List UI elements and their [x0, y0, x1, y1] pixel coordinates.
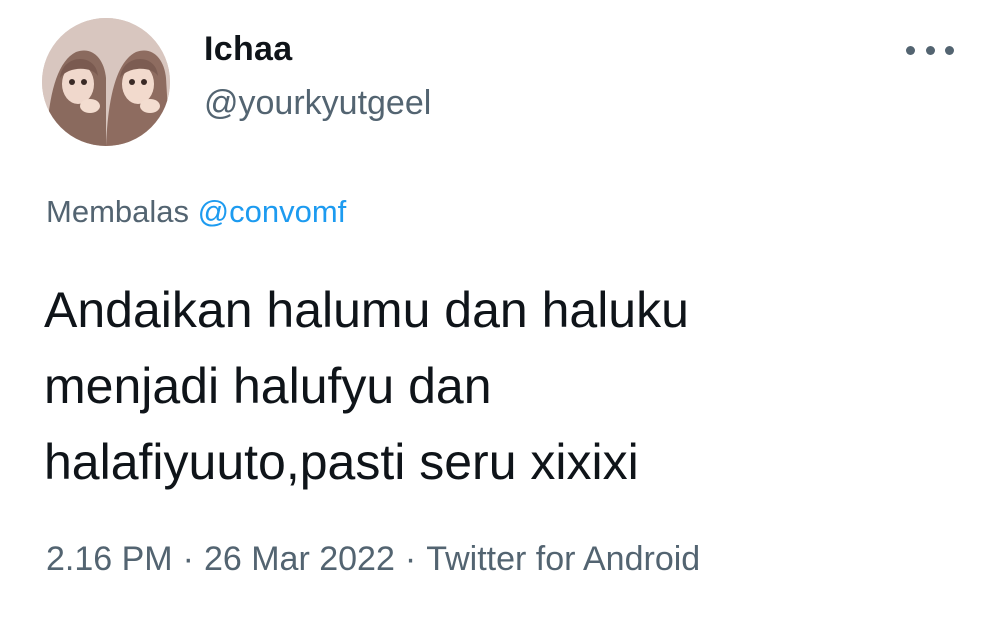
tweet-text-line: Andaikan halumu dan haluku — [44, 282, 689, 338]
avatar-photo-icon — [42, 18, 170, 146]
display-name[interactable]: Ichaa — [204, 30, 292, 69]
tweet-time[interactable]: 2.16 PM — [46, 540, 173, 578]
tweet-date[interactable]: 26 Mar 2022 — [204, 540, 395, 578]
tweet-text-line: menjadi halufyu dan — [44, 358, 492, 414]
meta-separator: · — [404, 540, 417, 578]
more-options-icon[interactable] — [906, 32, 954, 68]
replying-prefix: Membalas — [46, 194, 189, 229]
tweet-text-line: halafiyuuto,pasti seru xixixi — [44, 434, 639, 490]
reply-mention-link[interactable]: @convomf — [198, 194, 347, 229]
more-dot — [906, 45, 915, 55]
more-dot — [945, 45, 954, 55]
meta-separator: · — [182, 540, 194, 578]
tweet-text: Andaikan halumu dan haluku menjadi haluf… — [44, 272, 944, 500]
more-dot — [925, 45, 935, 55]
tweet-source: Twitter for Android — [426, 540, 701, 578]
tweet-meta: 2.16 PM · 26 Mar 2022 · Twitter for Android — [46, 540, 700, 579]
user-handle[interactable]: @yourkyutgeel — [204, 84, 431, 123]
replying-to: Membalas @convomf — [46, 194, 346, 230]
tweet-card: Ichaa @yourkyutgeel Membalas @convomf An… — [0, 0, 1000, 619]
avatar[interactable] — [42, 18, 170, 146]
